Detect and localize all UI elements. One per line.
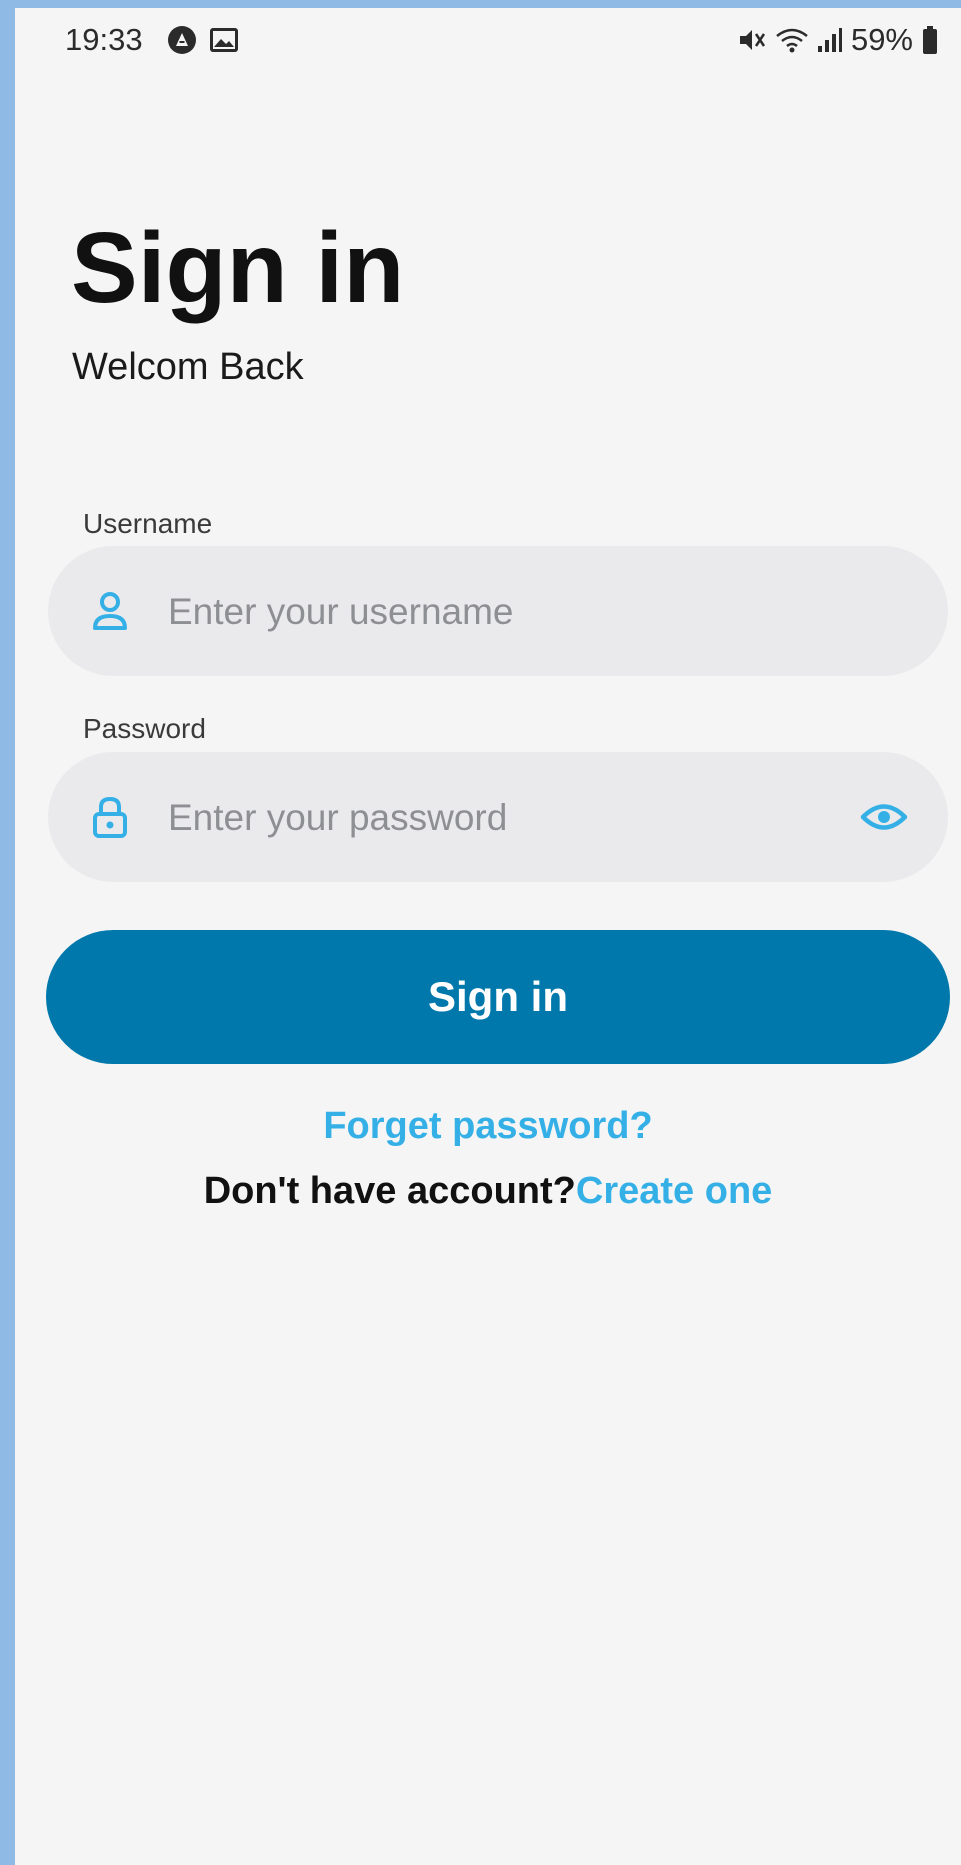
lock-icon: [93, 796, 127, 838]
signup-prompt: Don't have account?: [203, 1170, 576, 1212]
image-notification-icon: [210, 28, 238, 52]
app-notification-icon: [168, 26, 196, 54]
password-label: Password: [83, 713, 206, 744]
create-account-link[interactable]: Create one: [576, 1170, 772, 1212]
username-label: Username: [83, 508, 213, 539]
status-system-icons: 59%: [737, 24, 939, 55]
battery-percentage: 59%: [850, 22, 913, 57]
sign-in-button[interactable]: Sign in: [46, 930, 950, 1064]
login-screen: 19:33 59% Sign in Welcom Back Username E…: [15, 8, 961, 1865]
username-field[interactable]: [48, 546, 948, 676]
password-field[interactable]: [48, 752, 948, 882]
username-input[interactable]: [168, 591, 808, 633]
wifi-icon: [776, 28, 808, 52]
signup-row: Don't have account?Create one: [15, 1172, 961, 1210]
eye-icon[interactable]: [860, 800, 908, 834]
battery-icon: [923, 25, 937, 54]
mute-icon: [739, 29, 765, 50]
page-subtitle: Welcom Back: [72, 346, 304, 388]
status-bar: 19:33 59%: [15, 8, 961, 72]
status-notification-icons: [167, 25, 239, 55]
forgot-password-link[interactable]: Forget password?: [15, 1107, 961, 1145]
signal-icon: [817, 27, 842, 52]
password-input[interactable]: [168, 797, 808, 839]
page-title: Sign in: [71, 212, 405, 324]
status-time: 19:33: [65, 22, 143, 57]
user-icon: [93, 592, 127, 630]
